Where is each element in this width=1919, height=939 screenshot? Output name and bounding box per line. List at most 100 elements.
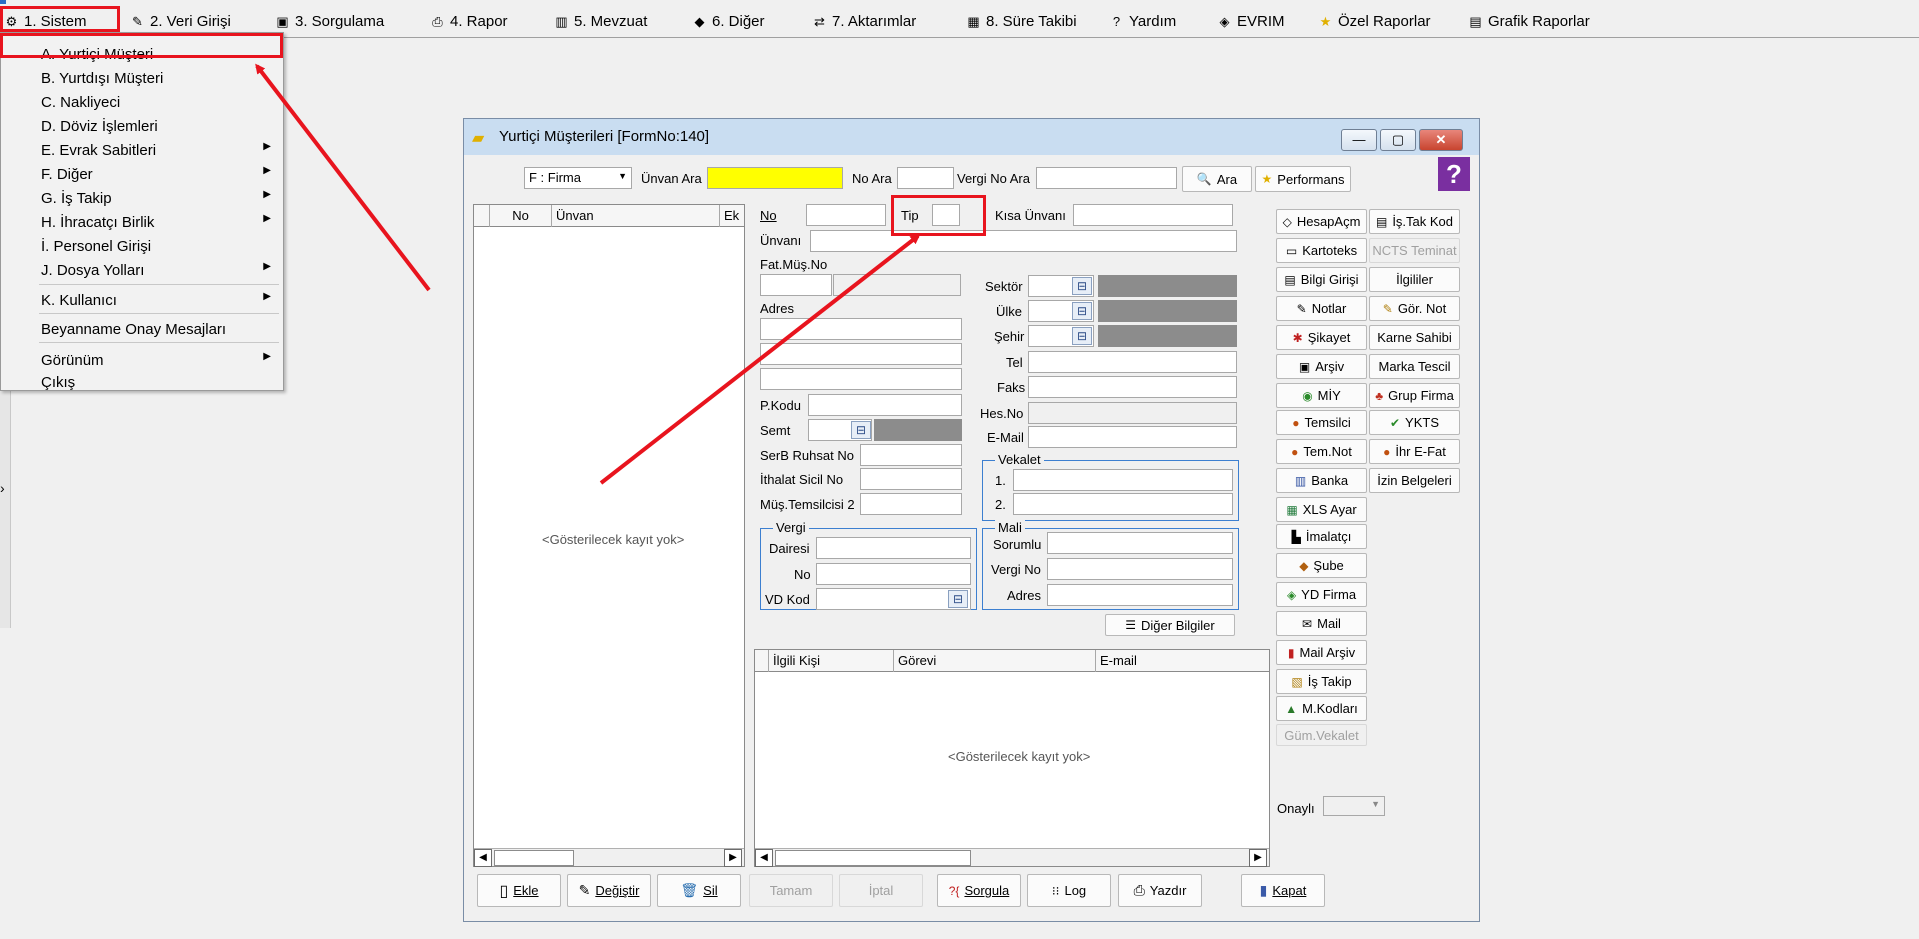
marka-tescil-button[interactable]: Marka Tescil [1369,354,1460,379]
is-tak-kod-button[interactable]: ▤ İş.Tak Kod [1369,209,1460,234]
miy-button[interactable]: ◉ MİY [1276,383,1367,408]
maximize-button[interactable]: ▢ [1380,129,1416,151]
degistir-button[interactable]: ✎ Değiştir [567,874,651,907]
vergi-no-ara-input[interactable] [1036,167,1177,189]
sorgula-button[interactable]: ?{Sorgula [937,874,1021,907]
tel-input[interactable] [1028,351,1237,373]
adres-line-2[interactable] [760,343,962,365]
performans-button[interactable]: ★ Performans [1255,166,1351,192]
mail-arsiv-button[interactable]: ▮ Mail Arşiv [1276,640,1367,665]
menu-mevzuat[interactable]: ▥ 5. Mevzuat [554,10,647,32]
menu-diger[interactable]: ◆ 6. Diğer [692,10,765,32]
kapat-button[interactable]: ▮ Kapat [1241,874,1325,907]
list-scrollbar[interactable]: ◀ ▶ [474,848,744,867]
dd-yurtdisi-musteri[interactable]: B. Yurtdışı Müşteri [1,67,283,89]
sube-button[interactable]: ◆ Şube [1276,553,1367,578]
unvan-ara-input[interactable] [707,167,843,189]
notlar-button[interactable]: ✎ Notlar [1276,296,1367,321]
menu-evrim[interactable]: ◈ EVRIM [1217,10,1285,32]
gor-not-button[interactable]: ✎ Gör. Not [1369,296,1460,321]
col-unvan[interactable]: Ünvan [552,205,720,227]
sektor-lookup-icon[interactable]: ⊟ [1072,277,1092,295]
no-ara-input[interactable] [897,167,954,189]
menu-yardim[interactable]: ? Yardım [1109,10,1176,32]
menu-veri-girisi[interactable]: ✎ 2. Veri Girişi [130,10,231,32]
mali-vergi-no-input[interactable] [1047,558,1233,580]
m-kodlari-button[interactable]: ▲ M.Kodları [1276,696,1367,721]
window-titlebar[interactable]: ▰ Yurtiçi Müşterileri [FormNo:140] — ▢ ✕ [464,119,1479,155]
log-button[interactable]: ⁝⁝ Log [1027,874,1111,907]
mail-button[interactable]: ✉ Mail [1276,611,1367,636]
kisa-unvani-input[interactable] [1073,204,1233,226]
customer-list-grid[interactable]: No Ünvan Ek <Gösterilecek kayıt yok> ◀ ▶ [473,204,745,867]
imalatci-button[interactable]: ▙ İmalatçı [1276,524,1367,549]
vergi-no-input[interactable] [816,563,971,585]
email-input[interactable] [1028,426,1237,448]
kartoteks-button[interactable]: ▭ Kartoteks [1276,238,1367,263]
onayli-select[interactable]: ▼ [1323,796,1385,816]
is-takip-button[interactable]: ▧ İş Takip [1276,669,1367,694]
scroll-left-icon[interactable]: ◀ [755,849,773,867]
izin-belgeleri-button[interactable]: İzin Belgeleri [1369,468,1460,493]
ithalat-sicil-input[interactable] [860,468,962,490]
scroll-right-icon[interactable]: ▶ [1249,849,1267,867]
contact-grid[interactable]: İlgili Kişi Görevi E-mail <Gösterilecek … [754,649,1270,867]
dd-is-takip[interactable]: G. İş Takip ▶ [1,187,283,209]
menu-sorgulama[interactable]: ▣ 3. Sorgulama [275,10,384,32]
banka-button[interactable]: ▥ Banka [1276,468,1367,493]
mali-sorumlu-input[interactable] [1047,532,1233,554]
vekalet-2-input[interactable] [1013,493,1233,515]
ekle-button[interactable]: ▯ Ekle [477,874,561,907]
faks-input[interactable] [1028,376,1237,398]
tem-not-button[interactable]: ● Tem.Not [1276,439,1367,464]
diger-bilgiler-button[interactable]: ☰ Diğer Bilgiler [1105,614,1235,636]
sil-button[interactable]: 🗑 Sil [657,874,741,907]
unvani-input[interactable] [810,230,1237,252]
ilgililer-button[interactable]: İlgililer [1369,267,1460,292]
hesapacm-button[interactable]: ◇ HesapAçm [1276,209,1367,234]
temsilci-button[interactable]: ● Temsilci [1276,410,1367,435]
bilgi-girisi-button[interactable]: ▤ Bilgi Girişi [1276,267,1367,292]
tamam-button[interactable]: Tamam [749,874,833,907]
yazdir-button[interactable]: ⎙ Yazdır [1118,874,1202,907]
col-no[interactable]: No [490,205,552,227]
dd-evrak-sabitleri[interactable]: E. Evrak Sabitleri ▶ [1,139,283,161]
sikayet-button[interactable]: ✱ Şikayet [1276,325,1367,350]
mali-adres-input[interactable] [1047,584,1233,606]
dd-beyanname-onay[interactable]: Beyanname Onay Mesajları [1,318,283,340]
mus-temsilcisi-input[interactable] [860,493,962,515]
semt-lookup-icon[interactable]: ⊟ [851,421,871,439]
dd-cikis[interactable]: Çıkış [1,371,283,393]
scroll-right-icon[interactable]: ▶ [724,849,742,867]
vd-kod-lookup-icon[interactable]: ⊟ [948,590,968,608]
grup-firma-button[interactable]: ♣ Grup Firma [1369,383,1460,408]
contact-scrollbar[interactable]: ◀ ▶ [755,848,1269,867]
karne-sahibi-button[interactable]: Karne Sahibi [1369,325,1460,350]
yd-firma-button[interactable]: ◈ YD Firma [1276,582,1367,607]
dd-gorunum[interactable]: Görünüm ▶ [1,349,283,371]
col-gorevi[interactable]: Görevi [894,650,1096,672]
ncts-teminat-button[interactable]: NCTS Teminat [1369,238,1460,263]
dd-doviz-islemleri[interactable]: D. Döviz İşlemleri [1,115,283,137]
scroll-left-icon[interactable]: ◀ [474,849,492,867]
ara-button[interactable]: 🔍 Ara [1182,166,1252,192]
vergi-dairesi-input[interactable] [816,537,971,559]
dd-kullanici[interactable]: K. Kullanıcı ▶ [1,289,283,311]
menu-grafik-raporlar[interactable]: ▤ Grafik Raporlar [1468,10,1589,32]
dd-ihracatci-birlik[interactable]: H. İhracatçı Birlik ▶ [1,211,283,233]
dock-chevron-icon[interactable]: › [0,480,5,496]
menu-ozel-raporlar[interactable]: ★ Özel Raporlar [1318,10,1431,32]
close-button[interactable]: ✕ [1419,129,1463,151]
ulke-lookup-icon[interactable]: ⊟ [1072,302,1092,320]
dd-diger[interactable]: F. Diğer ▶ [1,163,283,185]
ykts-button[interactable]: ✔ YKTS [1369,410,1460,435]
iptal-button[interactable]: İptal [839,874,923,907]
scroll-thumb[interactable] [775,850,971,866]
dd-dosya-yollari[interactable]: J. Dosya Yolları ▶ [1,259,283,281]
col-ek[interactable]: Ek [720,205,744,227]
arsiv-button[interactable]: ▣ Arşiv [1276,354,1367,379]
col-email[interactable]: E-mail [1096,650,1269,672]
help-button[interactable]: ? [1438,157,1470,191]
dd-nakliyeci[interactable]: C. Nakliyeci [1,91,283,113]
ihr-e-fat-button[interactable]: ● İhr E-Fat [1369,439,1460,464]
